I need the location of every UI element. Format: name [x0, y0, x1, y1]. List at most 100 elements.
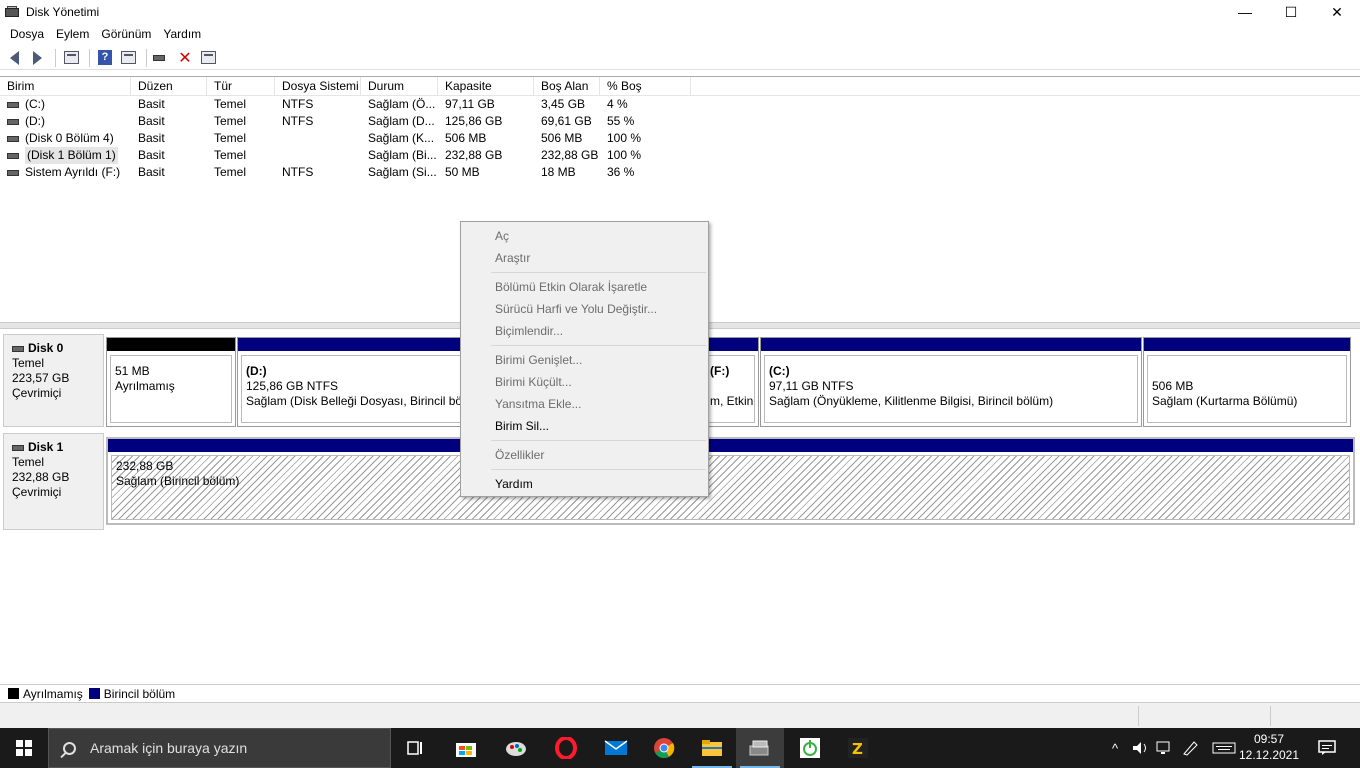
header-duzen[interactable]: Düzen	[131, 77, 207, 95]
menu-yardim[interactable]: Yardım	[157, 27, 207, 41]
partition-c[interactable]: (C:) 97,11 GB NTFS Sağlam (Önyükleme, Ki…	[760, 337, 1142, 427]
action-pane-icon	[120, 51, 136, 64]
taskbar-chrome[interactable]	[640, 728, 688, 768]
ctx-format[interactable]: Biçimlendir...	[461, 320, 708, 342]
header-durum[interactable]: Durum	[361, 77, 438, 95]
clock-time: 09:57	[1253, 732, 1285, 746]
primary-bar	[108, 439, 1353, 452]
ctx-delete-volume[interactable]: Birim Sil...	[461, 415, 708, 437]
maximize-button[interactable]: ☐	[1268, 0, 1314, 24]
back-button[interactable]	[4, 48, 24, 68]
mail-icon	[604, 740, 628, 755]
ctx-open[interactable]: Aç	[461, 225, 708, 247]
svg-text:Z: Z	[852, 740, 863, 758]
table-row[interactable]: (C:) Basit Temel NTFS Sağlam (Ö... 97,11…	[0, 96, 1360, 113]
taskbar-file-explorer[interactable]	[688, 728, 736, 768]
partition-disk1-selected[interactable]: 232,88 GB Sağlam (Birincil bölüm)	[106, 437, 1355, 525]
header-kapasite[interactable]: Kapasite	[438, 77, 534, 95]
search-placeholder: Aramak için buraya yazın	[90, 740, 248, 756]
header-birim[interactable]: Birim	[0, 77, 131, 95]
unallocated-swatch	[8, 688, 19, 699]
forward-button[interactable]	[27, 48, 47, 68]
ctx-add-mirror[interactable]: Yansıtma Ekle...	[461, 393, 708, 415]
taskbar-search[interactable]: Aramak için buraya yazın	[48, 728, 391, 768]
minimize-button[interactable]: —	[1222, 0, 1268, 24]
delete-x-icon: ✕	[178, 49, 192, 67]
taskbar-power-app[interactable]	[786, 728, 834, 768]
pen-icon[interactable]	[1182, 740, 1200, 756]
taskbar-opera[interactable]	[542, 728, 590, 768]
header-tur[interactable]: Tür	[207, 77, 275, 95]
search-icon	[63, 741, 76, 755]
ctx-properties[interactable]: Özellikler	[461, 444, 708, 466]
volume-icon	[7, 101, 19, 108]
table-row[interactable]: (D:) Basit Temel NTFS Sağlam (D... 125,8…	[0, 113, 1360, 130]
menu-gorunum[interactable]: Görünüm	[95, 27, 157, 41]
toolbar-separator	[55, 48, 56, 67]
network-icon[interactable]	[1156, 741, 1174, 755]
taskbar-paint[interactable]	[492, 728, 540, 768]
ctx-help[interactable]: Yardım	[461, 473, 708, 495]
header-yuzde-bos[interactable]: % Boş	[600, 77, 691, 95]
volume-icon	[7, 169, 19, 176]
power-icon	[800, 738, 820, 758]
disk-1-label[interactable]: Disk 1 Temel 232,88 GB Çevrimiçi	[3, 433, 104, 530]
start-button[interactable]	[0, 728, 48, 768]
taskbar-z-app[interactable]: Z	[834, 728, 882, 768]
console-tree-button[interactable]	[61, 48, 81, 68]
partition-recovery[interactable]: 506 MB Sağlam (Kurtarma Bölümü)	[1143, 337, 1351, 427]
partition-unallocated[interactable]: 51 MB Ayrılmamış	[106, 337, 236, 427]
console-tree-icon	[63, 51, 79, 64]
status-bar	[0, 702, 1360, 728]
taskbar-store[interactable]	[442, 728, 490, 768]
system-tray: ^	[1100, 728, 1360, 768]
header-bos-alan[interactable]: Boş Alan	[534, 77, 600, 95]
ctx-change-letter[interactable]: Sürücü Harfi ve Yolu Değiştir...	[461, 298, 708, 320]
z-app-icon: Z	[848, 738, 868, 758]
menu-dosya[interactable]: Dosya	[4, 27, 50, 41]
forward-arrow-icon	[32, 50, 42, 65]
keyboard-icon[interactable]	[1212, 742, 1236, 754]
table-row[interactable]: Sistem Ayrıldı (F:) Basit Temel NTFS Sağ…	[0, 164, 1360, 181]
legend-primary: Birincil bölüm	[103, 686, 176, 701]
menu-eylem[interactable]: Eylem	[50, 27, 95, 41]
store-icon	[456, 743, 476, 757]
chrome-icon	[654, 738, 675, 759]
ctx-explore[interactable]: Araştır	[461, 247, 708, 269]
back-arrow-icon	[9, 50, 19, 65]
ctx-extend[interactable]: Birimi Genişlet...	[461, 349, 708, 371]
legend-unallocated: Ayrılmamış	[23, 686, 83, 701]
action-pane-button[interactable]	[118, 48, 138, 68]
volume-icon	[7, 118, 19, 125]
disk-management-icon	[4, 4, 20, 20]
taskbar-disk-management[interactable]	[736, 728, 784, 768]
primary-bar	[761, 338, 1141, 351]
close-button[interactable]: ✕	[1314, 0, 1360, 24]
title-bar: Disk Yönetimi — ☐ ✕	[0, 0, 1360, 24]
list-header: Birim Düzen Tür Dosya Sistemi Durum Kapa…	[0, 77, 1360, 96]
disk-0-label[interactable]: Disk 0 Temel 223,57 GB Çevrimiçi	[3, 334, 104, 427]
menu-separator	[491, 469, 706, 470]
volume-icon	[7, 135, 19, 142]
table-row-selected[interactable]: (Disk 1 Bölüm 1) Basit Temel Sağlam (Bi.…	[0, 147, 1360, 164]
clock[interactable]: 09:57 12.12.2021	[1238, 731, 1300, 763]
header-dosya-sistemi[interactable]: Dosya Sistemi	[275, 77, 361, 95]
task-view-icon	[407, 741, 422, 755]
table-row[interactable]: (Disk 0 Bölüm 4) Basit Temel Sağlam (K..…	[0, 130, 1360, 147]
task-view-button[interactable]	[392, 728, 440, 768]
disk-icon	[12, 444, 24, 451]
properties-button[interactable]	[198, 48, 218, 68]
ctx-shrink[interactable]: Birimi Küçült...	[461, 371, 708, 393]
toolbar: ? ✕	[0, 46, 1360, 70]
delete-button[interactable]: ✕	[175, 48, 195, 68]
primary-bar	[1144, 338, 1350, 351]
connect-disk-button[interactable]	[152, 48, 172, 68]
close-icon: ✕	[1331, 3, 1343, 20]
ctx-mark-active[interactable]: Bölümü Etkin Olarak İşaretle	[461, 276, 708, 298]
show-hidden-icons-icon[interactable]: ^	[1112, 741, 1118, 756]
notifications-icon[interactable]	[1318, 740, 1336, 756]
volume-icon	[7, 152, 19, 159]
help-button[interactable]: ?	[95, 48, 115, 68]
volume-icon[interactable]	[1132, 741, 1150, 755]
taskbar-mail[interactable]	[592, 728, 640, 768]
